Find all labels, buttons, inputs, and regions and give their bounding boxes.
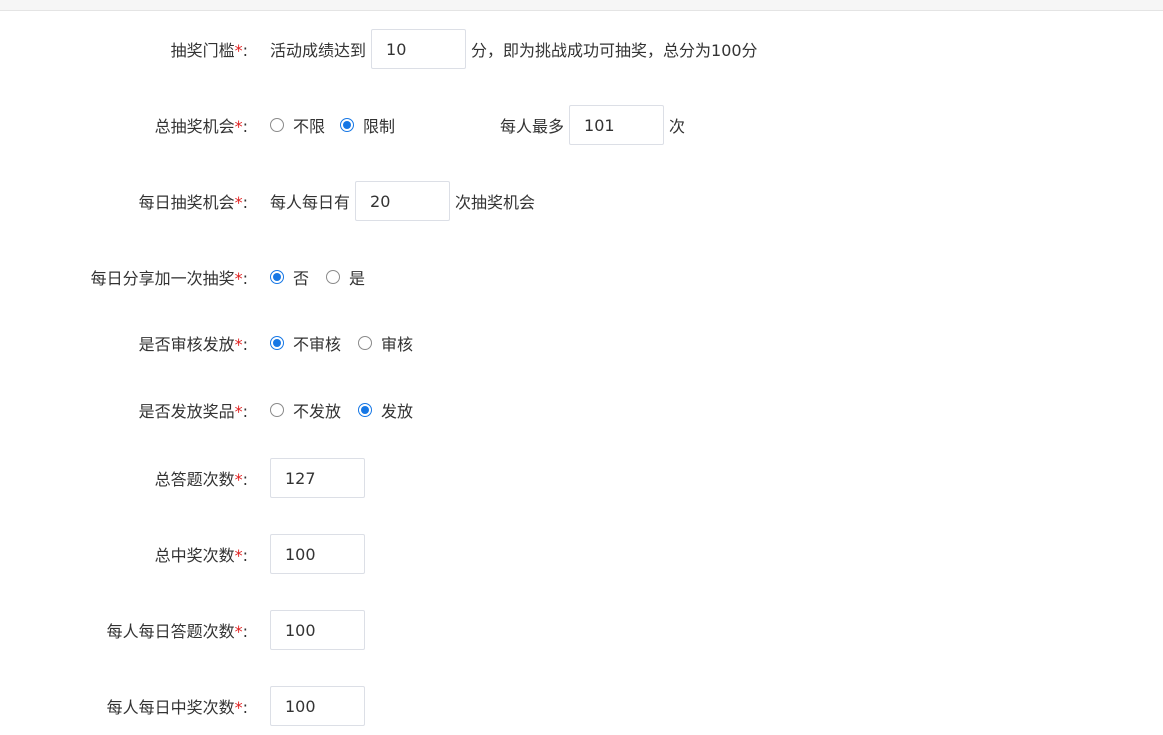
- radio-circle[interactable]: [270, 118, 284, 132]
- radio-circle[interactable]: [270, 336, 284, 350]
- radio-circle[interactable]: [340, 118, 355, 132]
- prize-issue-label: 是否发放奖品*:: [138, 402, 248, 421]
- radio-issue[interactable]: 发放: [358, 398, 413, 422]
- radio-circle[interactable]: [358, 403, 373, 417]
- required-mark: *: [234, 193, 243, 212]
- total-answers-label: 总答题次数*:: [154, 470, 248, 489]
- required-mark: *: [234, 698, 243, 717]
- total-chances-label: 总抽奖机会*:: [154, 117, 248, 136]
- daily-chances-prefix: 每人每日有: [270, 193, 351, 212]
- total-chances-row: 总抽奖机会*: 不限 限制 每人最多 次: [0, 104, 1163, 146]
- required-mark: *: [234, 117, 243, 136]
- review-row: 是否审核发放*: 不审核 审核: [0, 322, 1163, 364]
- daily-share-control: 否 是: [270, 265, 365, 289]
- required-mark: *: [234, 546, 243, 565]
- required-mark: *: [234, 402, 243, 421]
- daily-chances-row: 每日抽奖机会*: 每人每日有 次抽奖机会: [0, 180, 1163, 222]
- total-wins-label: 总中奖次数*:: [154, 546, 248, 565]
- daily-chances-input[interactable]: [355, 181, 451, 221]
- threshold-control: 活动成绩达到 分，即为挑战成功可抽奖，总分为100分: [270, 29, 758, 69]
- daily-chances-label: 每日抽奖机会*:: [138, 193, 248, 212]
- daily-chances-control: 每人每日有 次抽奖机会: [270, 181, 535, 221]
- total-answers-row: 总答题次数*:: [0, 457, 1163, 499]
- limit-suffix: 次: [669, 117, 686, 136]
- daily-share-label: 每日分享加一次抽奖*:: [90, 269, 248, 288]
- daily-wins-label: 每人每日中奖次数*:: [106, 698, 248, 717]
- daily-answers-row: 每人每日答题次数*:: [0, 609, 1163, 651]
- threshold-input[interactable]: [371, 29, 467, 69]
- review-label: 是否审核发放*:: [138, 335, 248, 354]
- total-chances-control: 不限 限制 每人最多 次: [270, 105, 685, 145]
- threshold-suffix: 分，即为挑战成功可抽奖，总分为100分: [471, 41, 758, 60]
- radio-unlimited[interactable]: 不限: [270, 113, 325, 137]
- daily-share-row: 每日分享加一次抽奖*: 否 是: [0, 256, 1163, 298]
- threshold-prefix: 活动成绩达到: [270, 41, 367, 60]
- radio-circle[interactable]: [326, 270, 341, 284]
- total-answers-input[interactable]: [270, 458, 365, 498]
- daily-chances-suffix: 次抽奖机会: [455, 193, 536, 212]
- radio-not-issue[interactable]: 不发放: [270, 398, 341, 422]
- required-mark: *: [234, 622, 243, 641]
- total-wins-input[interactable]: [270, 534, 365, 574]
- daily-wins-input[interactable]: [270, 686, 365, 726]
- prize-issue-control: 不发放 发放: [270, 398, 413, 422]
- radio-limited[interactable]: 限制: [340, 113, 395, 137]
- required-mark: *: [234, 269, 243, 288]
- radio-circle[interactable]: [270, 403, 284, 417]
- radio-share-yes[interactable]: 是: [326, 265, 365, 289]
- radio-circle[interactable]: [270, 270, 284, 284]
- total-wins-row: 总中奖次数*:: [0, 533, 1163, 575]
- threshold-row: 抽奖门槛*: 活动成绩达到 分，即为挑战成功可抽奖，总分为100分: [0, 28, 1163, 70]
- required-mark: *: [234, 470, 243, 489]
- required-mark: *: [234, 41, 243, 60]
- radio-circle[interactable]: [358, 336, 373, 350]
- total-wins-control: [270, 534, 365, 574]
- daily-wins-control: [270, 686, 365, 726]
- threshold-label: 抽奖门槛*:: [170, 41, 248, 60]
- daily-answers-control: [270, 610, 365, 650]
- daily-answers-input[interactable]: [270, 610, 365, 650]
- top-bar: [0, 0, 1163, 11]
- review-control: 不审核 审核: [270, 331, 413, 355]
- limit-per-person-input[interactable]: [569, 105, 665, 145]
- radio-no-review[interactable]: 不审核: [270, 331, 341, 355]
- radio-share-no[interactable]: 否: [270, 265, 309, 289]
- daily-wins-row: 每人每日中奖次数*:: [0, 685, 1163, 727]
- limit-prefix: 每人最多: [500, 117, 565, 136]
- radio-review[interactable]: 审核: [358, 331, 413, 355]
- prize-issue-row: 是否发放奖品*: 不发放 发放: [0, 389, 1163, 431]
- total-answers-control: [270, 458, 365, 498]
- required-mark: *: [234, 335, 243, 354]
- daily-answers-label: 每人每日答题次数*:: [106, 622, 248, 641]
